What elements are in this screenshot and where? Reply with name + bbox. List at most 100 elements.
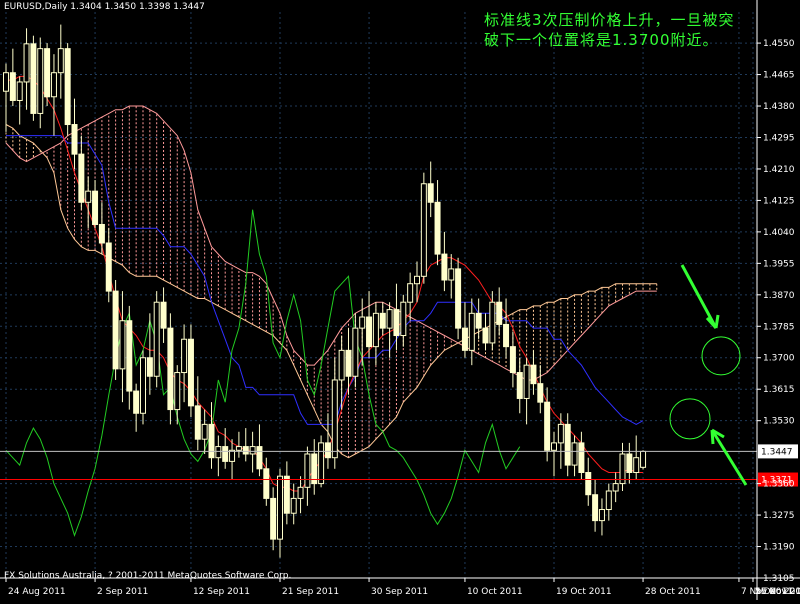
- candle-body: [434, 201, 441, 255]
- candle-body: [489, 301, 496, 344]
- candle-body: [640, 450, 647, 468]
- candle-body: [3, 72, 9, 92]
- candle-body: [578, 442, 585, 473]
- candle-body: [270, 497, 277, 540]
- x-tick-label: 30 Sep 2011: [371, 587, 428, 597]
- candle-body: [37, 48, 44, 114]
- y-tick-label: 1.4125: [763, 196, 795, 206]
- candle-body: [400, 301, 407, 337]
- candle-body: [160, 301, 167, 329]
- candle-body: [256, 446, 263, 470]
- candle-body: [414, 275, 420, 285]
- x-tick-label: 12 Sep 2011: [193, 587, 250, 597]
- candle-body: [290, 497, 297, 514]
- candle-body: [345, 349, 352, 377]
- candle-body: [126, 320, 133, 392]
- candle-body: [557, 423, 564, 444]
- candle-body: [249, 446, 256, 455]
- candle-body: [455, 268, 462, 329]
- candle-body: [331, 379, 338, 459]
- candle-body: [235, 446, 242, 451]
- candle-body: [187, 338, 194, 407]
- candle-body: [564, 423, 571, 466]
- y-tick-label: 1.4210: [763, 165, 795, 175]
- chart-area: 1.3447 1.3371 1.4550 1.4465 1.4380 1.4295 1.4…: [0, 0, 800, 600]
- candle-body: [612, 483, 619, 492]
- candle-body: [140, 357, 146, 414]
- candle-body: [92, 190, 99, 225]
- candle-body: [23, 43, 30, 83]
- y-tick-label: 1.3700: [763, 354, 795, 364]
- y-tick-label: 1.3360: [763, 480, 795, 490]
- y-tick-label: 1.3615: [763, 385, 795, 395]
- candle-body: [407, 283, 414, 303]
- candle-body: [626, 453, 633, 473]
- candle-body: [283, 475, 290, 514]
- candle-body: [537, 383, 544, 403]
- candle-body: [201, 423, 208, 440]
- candle-body: [366, 316, 373, 348]
- candle-body: [352, 327, 359, 377]
- y-tick-label: 1.3785: [763, 322, 795, 332]
- candle-body: [44, 48, 51, 98]
- candle-body: [242, 446, 249, 455]
- candle-body: [222, 446, 229, 462]
- candle-body: [461, 327, 468, 351]
- copyright-footer: FX Solutions Australia, ? 2001-2011 Meta…: [4, 571, 292, 581]
- chart-header: EURUSD,Daily 1.3404 1.3450 1.3398 1.3447: [4, 2, 205, 12]
- candle-body: [496, 301, 503, 325]
- candle-body: [420, 183, 427, 277]
- y-tick-label: 1.3955: [763, 259, 795, 269]
- candle-body: [598, 509, 605, 522]
- candle-body: [379, 312, 386, 329]
- candle-body: [153, 301, 160, 377]
- candle-body: [324, 442, 331, 459]
- candle-body: [523, 364, 530, 399]
- annotation-text: 标准线3次压制价格上升，一旦被突破下一个位置将是1.3700附近。: [484, 11, 735, 49]
- x-tick-label: 19 Oct 2011: [556, 587, 612, 597]
- x-tick-label: 28 Oct 2011: [645, 587, 701, 597]
- candle-body: [85, 190, 92, 203]
- candle-body: [318, 442, 325, 485]
- y-tick-label: 1.4380: [763, 102, 795, 112]
- x-tick-label: 2 Sep 2011: [97, 587, 148, 597]
- y-tick-label: 1.4465: [763, 71, 795, 81]
- candle-body: [544, 401, 551, 451]
- candle-body: [208, 423, 215, 459]
- candle-body: [64, 48, 71, 126]
- current-price-label: 1.3447: [761, 447, 793, 457]
- candle-body: [633, 457, 640, 473]
- candle-body: [386, 309, 393, 329]
- candle-body: [503, 323, 510, 348]
- candle-body: [304, 453, 311, 488]
- candle-body: [133, 390, 140, 414]
- y-tick-label: 1.3275: [763, 511, 795, 521]
- candle-body: [468, 312, 475, 351]
- y-tick-label: 1.4295: [763, 133, 795, 143]
- x-tick-label: 5 Dec 2011: [755, 587, 800, 597]
- candle-body: [338, 349, 345, 381]
- candle-body: [482, 327, 489, 344]
- candle-body: [119, 320, 126, 370]
- y-tick-label: 1.3190: [763, 543, 795, 553]
- candle-body: [605, 490, 612, 511]
- candle-body: [71, 124, 78, 155]
- y-tick-label: 1.3870: [763, 291, 795, 301]
- candle-body: [30, 43, 37, 114]
- candle-body: [98, 223, 105, 244]
- y-tick-label: 1.4550: [763, 39, 795, 49]
- candle-body: [441, 253, 448, 281]
- chart-background: [0, 0, 800, 600]
- candle-body: [427, 183, 434, 203]
- candle-body: [9, 72, 16, 101]
- candle-body: [448, 268, 455, 281]
- x-tick-label: 10 Oct 2011: [467, 587, 523, 597]
- candle-body: [585, 471, 592, 496]
- candle-body: [393, 309, 400, 337]
- candle-body: [174, 372, 181, 411]
- y-tick-label: 1.3105: [763, 574, 795, 584]
- candle-body: [181, 338, 188, 374]
- candle-body: [78, 153, 85, 203]
- y-tick-label: 1.3530: [763, 417, 795, 427]
- candle-body: [215, 446, 222, 459]
